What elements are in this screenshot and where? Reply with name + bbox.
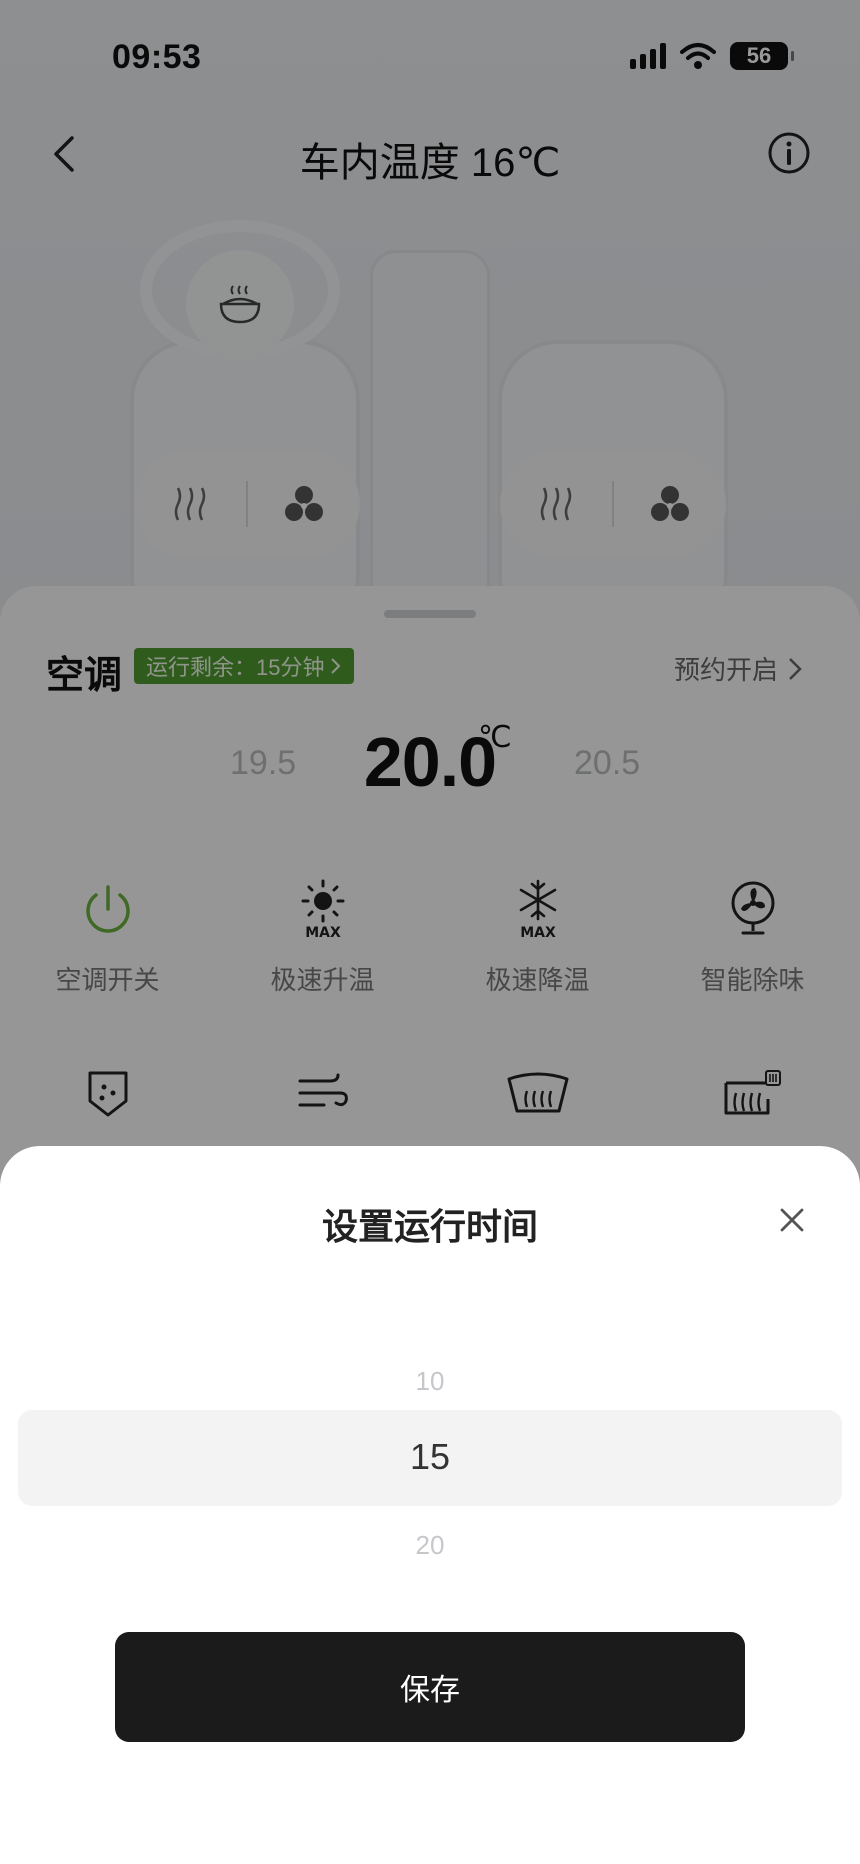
picker-item-next[interactable]: 20 bbox=[18, 1530, 842, 1561]
save-button[interactable]: 保存 bbox=[115, 1632, 745, 1742]
picker-item-selected[interactable]: 15 bbox=[18, 1436, 842, 1478]
runtime-picker[interactable]: 10 15 20 bbox=[18, 1366, 842, 1606]
runtime-bottom-sheet: 设置运行时间 10 15 20 保存 bbox=[0, 1146, 860, 1864]
picker-item-prev[interactable]: 10 bbox=[18, 1366, 842, 1397]
close-icon[interactable] bbox=[772, 1200, 812, 1240]
sheet-title: 设置运行时间 bbox=[321, 1206, 538, 1247]
